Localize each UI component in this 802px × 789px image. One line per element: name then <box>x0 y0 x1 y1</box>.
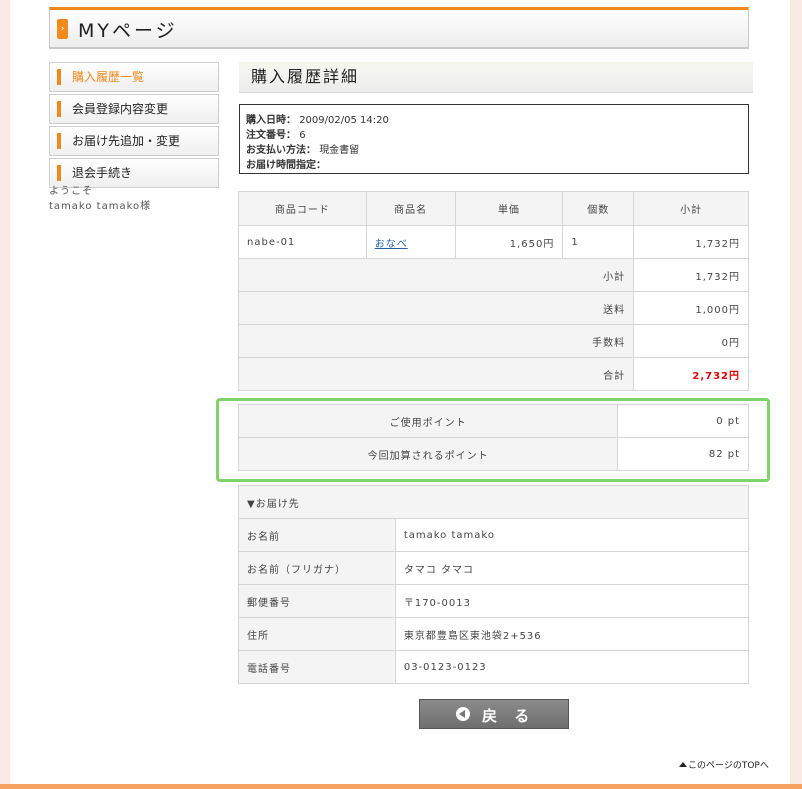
order-number-label: 注文番号： <box>246 130 296 141</box>
section-title-text: 購入履歴詳細 <box>251 67 360 86</box>
item-code: nabe-01 <box>238 225 367 259</box>
page-top-link[interactable]: このページのTOPへ <box>679 758 769 771</box>
sidebar-marker <box>57 165 61 181</box>
sidebar-item-label: 購入履歴一覧 <box>72 70 145 84</box>
shipping-field-label: 郵便番号 <box>238 584 396 618</box>
shipping-field-label: お名前 <box>238 518 396 552</box>
sidebar-marker <box>57 101 61 117</box>
delivery-time-row: お届け時間指定： <box>240 158 748 173</box>
points-table: ご使用ポイント 0 pt 今回加算されるポイント 82 pt <box>237 404 749 471</box>
shipping-field-label: お名前（フリガナ） <box>238 551 396 585</box>
shipping-title: ▼お届け先 <box>238 485 749 519</box>
earned-points-value: 82 pt <box>617 437 749 471</box>
table-row: お名前（フリガナ） タマコ タマコ <box>238 551 750 585</box>
used-points-label: ご使用ポイント <box>237 404 619 438</box>
shipping-field-value: tamako tamako <box>394 518 750 552</box>
summary-row: 手数料 0円 <box>237 324 749 358</box>
column-header-price: 単価 <box>454 191 564 226</box>
order-items-table: 商品コード 商品名 単価 個数 小計 nabe-01 おなべ 1,650円 1 … <box>237 191 749 391</box>
item-name-cell: おなべ <box>365 225 456 259</box>
item-price: 1,650円 <box>454 225 564 259</box>
back-button[interactable]: 戻 る <box>419 699 569 729</box>
page-top-label: このページのTOPへ <box>688 761 769 771</box>
delivery-time-label: お届け時間指定： <box>246 160 326 171</box>
page-title: MYページ <box>78 20 178 42</box>
order-date-label: 購入日時： <box>246 115 296 126</box>
sidebar-marker <box>57 69 61 85</box>
summary-value: 1,732円 <box>633 258 749 292</box>
shipping-field-value: 03-0123-0123 <box>394 650 750 684</box>
page-container: › MYページ 購入履歴一覧 会員登録内容変更 お届け先追加・変更 退会手続き … <box>10 0 790 789</box>
caret-up-icon <box>679 762 687 767</box>
earned-points-label: 今回加算されるポイント <box>237 437 619 471</box>
welcome-username: tamako tamako様 <box>49 201 152 212</box>
payment-method-row: お支払い方法： 現金書留 <box>240 143 748 158</box>
welcome-greeting: ようこそ <box>49 186 93 197</box>
sidebar-item-label: 会員登録内容変更 <box>72 102 169 116</box>
sidebar: 購入履歴一覧 会員登録内容変更 お届け先追加・変更 退会手続き <box>49 62 219 190</box>
column-header-qty: 個数 <box>562 191 635 226</box>
summary-label: 小計 <box>237 258 635 292</box>
table-row: お名前 tamako tamako <box>238 518 750 552</box>
order-number-value: 6 <box>299 130 306 141</box>
sidebar-item-delivery-address[interactable]: お届け先追加・変更 <box>49 126 219 156</box>
column-header-name: 商品名 <box>365 191 456 226</box>
table-row: nabe-01 おなべ 1,650円 1 1,732円 <box>238 225 749 259</box>
chevron-right-icon: › <box>57 19 68 39</box>
back-button-label: 戻 る <box>482 707 536 725</box>
table-row: 郵便番号 〒170-0013 <box>238 584 750 618</box>
shipping-address-table: ▼お届け先 お名前 tamako tamako お名前（フリガナ） タマコ タマ… <box>238 485 750 684</box>
shipping-field-label: 住所 <box>238 617 396 651</box>
welcome-message: ようこそ tamako tamako様 <box>49 184 151 214</box>
summary-row: 送料 1,000円 <box>237 291 749 325</box>
points-row: ご使用ポイント 0 pt <box>237 404 749 438</box>
item-quantity: 1 <box>562 225 635 259</box>
shipping-field-value: 〒170-0013 <box>394 584 750 618</box>
footer-bar <box>0 784 802 789</box>
sidebar-item-member-edit[interactable]: 会員登録内容変更 <box>49 94 219 124</box>
section-title: 購入履歴詳細 <box>239 62 753 93</box>
total-value: 2,732円 <box>633 357 749 391</box>
sidebar-item-label: お届け先追加・変更 <box>72 134 181 148</box>
column-header-subtotal: 小計 <box>633 191 749 226</box>
arrow-left-circle-icon <box>456 707 470 721</box>
page-header: › MYページ <box>49 7 749 49</box>
payment-method-value: 現金書留 <box>319 145 360 156</box>
item-subtotal: 1,732円 <box>633 225 749 259</box>
summary-value: 0円 <box>633 324 749 358</box>
summary-value: 1,000円 <box>633 291 749 325</box>
summary-row: 小計 1,732円 <box>237 258 749 292</box>
column-header-code: 商品コード <box>238 191 367 226</box>
sidebar-marker <box>57 133 61 149</box>
shipping-field-value: 東京都豊島区東池袋2+536 <box>394 617 750 651</box>
order-info-box: 購入日時： 2009/02/05 14:20 注文番号： 6 お支払い方法： 現… <box>239 104 749 174</box>
summary-row: 合計 2,732円 <box>237 357 749 391</box>
summary-label: 手数料 <box>237 324 635 358</box>
sidebar-item-purchase-history[interactable]: 購入履歴一覧 <box>49 62 219 92</box>
item-name-link[interactable]: おなべ <box>375 239 408 250</box>
shipping-header-row: ▼お届け先 <box>238 485 749 519</box>
total-label: 合計 <box>237 357 635 391</box>
payment-method-label: お支払い方法： <box>246 145 316 156</box>
order-date-row: 購入日時： 2009/02/05 14:20 <box>240 113 748 128</box>
table-header-row: 商品コード 商品名 単価 個数 小計 <box>238 191 749 226</box>
order-number-row: 注文番号： 6 <box>240 128 748 143</box>
sidebar-item-label: 退会手続き <box>72 166 133 180</box>
used-points-value: 0 pt <box>617 404 749 438</box>
table-row: 電話番号 03-0123-0123 <box>238 650 750 684</box>
table-row: 住所 東京都豊島区東池袋2+536 <box>238 617 750 651</box>
shipping-field-label: 電話番号 <box>238 650 396 684</box>
shipping-field-value: タマコ タマコ <box>394 551 750 585</box>
points-row: 今回加算されるポイント 82 pt <box>237 437 749 471</box>
summary-label: 送料 <box>237 291 635 325</box>
order-date-value: 2009/02/05 14:20 <box>299 115 389 126</box>
